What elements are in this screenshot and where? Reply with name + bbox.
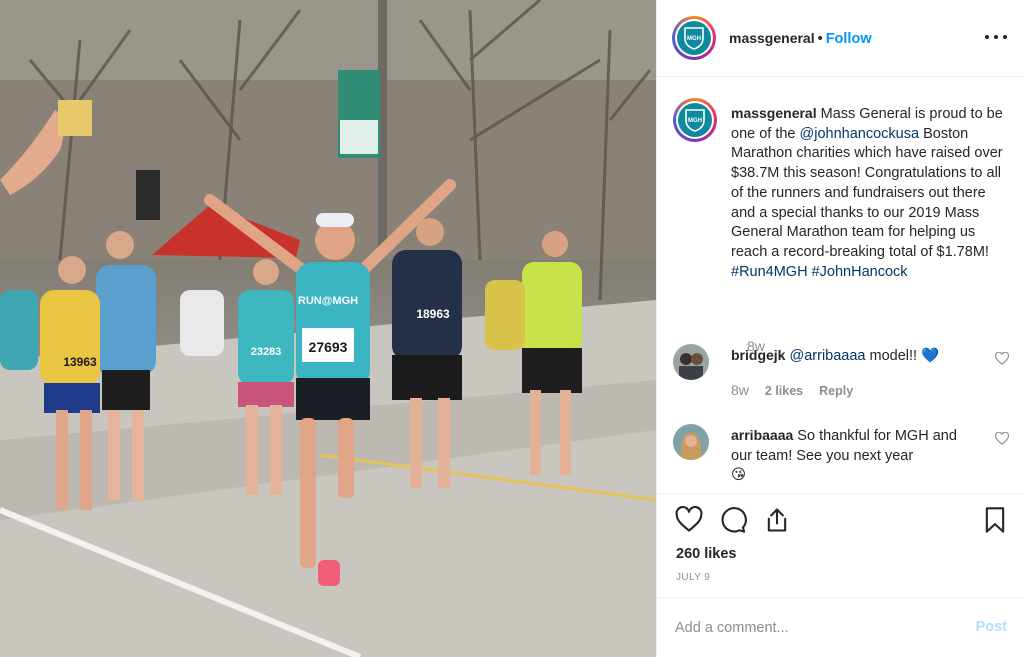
likes-count[interactable]: 260 likes <box>676 546 736 562</box>
comment-likes[interactable]: 2 likes <box>765 384 803 398</box>
add-comment-bar: Post <box>657 597 1024 657</box>
post-photo[interactable]: 27693 18963 13963 23283 31274 RUN@MGH <box>0 0 656 657</box>
like-heart-icon[interactable] <box>675 505 703 534</box>
caption-username[interactable]: massgeneral <box>731 105 817 121</box>
share-upload-icon[interactable] <box>763 506 791 534</box>
post-actions: 260 likes JULY 9 <box>657 493 1024 597</box>
post-comment-button[interactable]: Post <box>976 619 1007 635</box>
like-comment-heart-icon[interactable] <box>994 431 1010 448</box>
post-header: MGH massgeneral • Follow <box>657 0 1024 77</box>
comment-username[interactable]: bridgejk <box>731 347 785 363</box>
caption-avatar[interactable]: MGH <box>673 98 717 142</box>
comment-input[interactable] <box>675 616 955 640</box>
bib-runner-4: 23283 <box>251 346 282 358</box>
comment-text: model!! <box>865 348 922 364</box>
commenter-avatar[interactable] <box>673 344 709 380</box>
marathon-scene: 27693 18963 13963 23283 31274 RUN@MGH <box>0 0 656 657</box>
like-comment-heart-icon[interactable] <box>994 351 1010 368</box>
comment-username[interactable]: arribaaaa <box>731 427 793 443</box>
comment-mention[interactable]: @arribaaaa <box>790 348 866 364</box>
comments-section[interactable]: MGH massgeneral Mass General is proud to… <box>657 78 1024 492</box>
header-line: massgeneral • Follow <box>729 30 872 47</box>
avatar-logo-text: MGH <box>688 118 702 124</box>
comment-bubble-icon[interactable] <box>719 506 747 534</box>
follow-button[interactable]: Follow <box>826 31 872 47</box>
comment-meta: 8w 2 likes Reply <box>731 382 869 398</box>
avatar-logo-text: MGH <box>687 36 701 42</box>
bib-runner-2: 18963 <box>416 307 450 321</box>
blue-heart-emoji: 💙 <box>921 348 940 364</box>
post-date: JULY 9 <box>676 572 711 583</box>
header-separator: • <box>817 31 823 47</box>
commenter-avatar[interactable] <box>673 424 709 460</box>
hashtag-run4mgh[interactable]: #Run4MGH <box>731 264 808 280</box>
more-options-icon[interactable] <box>985 27 1007 47</box>
bib-runner-5: 31274 <box>538 347 566 358</box>
kiss-emoji: 😘 <box>731 467 747 483</box>
mgh-shield-icon: MGH <box>678 103 712 137</box>
reply-button[interactable]: Reply <box>819 384 853 398</box>
header-username[interactable]: massgeneral <box>729 30 815 46</box>
caption-text-part-2: Boston Marathon charities which have rai… <box>731 125 1003 260</box>
caption-mention[interactable]: @johnhancockusa <box>800 126 920 142</box>
profile-avatar[interactable]: MGH <box>672 16 716 60</box>
caption-text: massgeneral Mass General is proud to be … <box>731 104 1013 282</box>
bookmark-save-icon[interactable] <box>981 506 1009 534</box>
bib-runner-3: 13963 <box>63 355 97 369</box>
bib-main: 27693 <box>309 339 348 355</box>
instagram-post-view: 27693 18963 13963 23283 31274 RUN@MGH MG… <box>0 0 1024 657</box>
comment-time: 8w <box>731 382 749 398</box>
hashtag-johnhancock[interactable]: #JohnHancock <box>812 264 908 280</box>
comment-body: arribaaaa So thankful for MGH and our te… <box>731 426 977 486</box>
comment-body: bridgejk @arribaaaa model!! 💙 <box>731 346 977 367</box>
post-side-panel: MGH massgeneral • Follow MGH massgeneral… <box>656 0 1024 657</box>
mgh-shield-icon: MGH <box>677 21 711 55</box>
shirt-text: RUN@MGH <box>298 295 358 307</box>
